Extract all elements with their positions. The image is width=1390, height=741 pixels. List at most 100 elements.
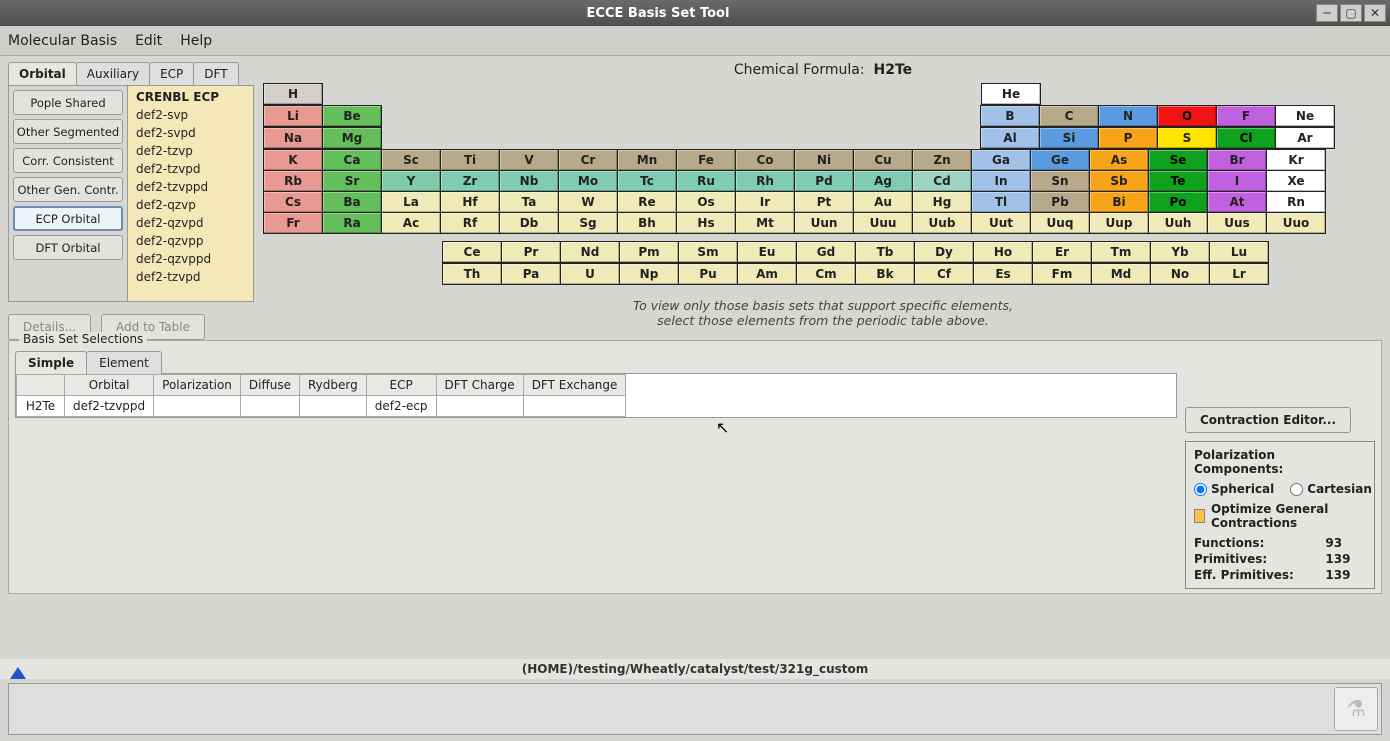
element-Sn[interactable]: Sn [1030,170,1090,192]
element-P[interactable]: P [1098,127,1158,149]
element-Te[interactable]: Te [1148,170,1208,192]
element-Cl[interactable]: Cl [1216,127,1276,149]
element-Zr[interactable]: Zr [440,170,500,192]
table-cell[interactable]: def2-ecp [366,396,436,417]
element-Mg[interactable]: Mg [322,127,382,149]
element-I[interactable]: I [1207,170,1267,192]
element-Pu[interactable]: Pu [678,263,738,285]
element-Th[interactable]: Th [442,263,502,285]
basis-set-item[interactable]: def2-tzvppd [128,178,253,196]
element-Ti[interactable]: Ti [440,149,500,171]
element-Kr[interactable]: Kr [1266,149,1326,171]
element-Xe[interactable]: Xe [1266,170,1326,192]
element-Fr[interactable]: Fr [263,212,323,234]
element-Ag[interactable]: Ag [853,170,913,192]
table-cell[interactable]: H2Te [17,396,65,417]
element-Ta[interactable]: Ta [499,191,559,213]
cat-ecp-orbital[interactable]: ECP Orbital [13,206,123,231]
element-Uut[interactable]: Uut [971,212,1031,234]
cat-other-gen-contr[interactable]: Other Gen. Contr. [13,177,123,202]
element-F[interactable]: F [1216,105,1276,127]
element-Ba[interactable]: Ba [322,191,382,213]
expand-icon[interactable] [10,667,26,679]
basis-set-item[interactable]: def2-qzvp [128,196,253,214]
basis-set-item[interactable]: def2-svpd [128,124,253,142]
element-Sb[interactable]: Sb [1089,170,1149,192]
element-Am[interactable]: Am [737,263,797,285]
element-Cd[interactable]: Cd [912,170,972,192]
table-cell[interactable] [523,396,626,417]
table-cell[interactable] [154,396,241,417]
element-Ca[interactable]: Ca [322,149,382,171]
tab-simple[interactable]: Simple [15,351,87,374]
element-Os[interactable]: Os [676,191,736,213]
element-Mo[interactable]: Mo [558,170,618,192]
element-K[interactable]: K [263,149,323,171]
element-Uuh[interactable]: Uuh [1148,212,1208,234]
element-Cu[interactable]: Cu [853,149,913,171]
element-Ce[interactable]: Ce [442,241,502,263]
maximize-button[interactable]: ▢ [1340,4,1362,22]
basis-set-item[interactable]: def2-tzvp [128,142,253,160]
element-Be[interactable]: Be [322,105,382,127]
element-Mt[interactable]: Mt [735,212,795,234]
element-Hg[interactable]: Hg [912,191,972,213]
element-Sc[interactable]: Sc [381,149,441,171]
element-Ir[interactable]: Ir [735,191,795,213]
element-Cm[interactable]: Cm [796,263,856,285]
element-U[interactable]: U [560,263,620,285]
table-cell[interactable] [436,396,523,417]
element-Er[interactable]: Er [1032,241,1092,263]
element-Ga[interactable]: Ga [971,149,1031,171]
element-Bk[interactable]: Bk [855,263,915,285]
element-Tb[interactable]: Tb [855,241,915,263]
element-Ar[interactable]: Ar [1275,127,1335,149]
basis-set-item[interactable]: CRENBL ECP [128,88,253,106]
element-At[interactable]: At [1207,191,1267,213]
element-In[interactable]: In [971,170,1031,192]
element-Uub[interactable]: Uub [912,212,972,234]
basis-set-item[interactable]: def2-svp [128,106,253,124]
element-Se[interactable]: Se [1148,149,1208,171]
menu-molecular-basis[interactable]: Molecular Basis [8,33,117,49]
element-Nb[interactable]: Nb [499,170,559,192]
menu-edit[interactable]: Edit [135,33,162,49]
element-Sr[interactable]: Sr [322,170,382,192]
contraction-editor-button[interactable]: Contraction Editor... [1185,407,1351,433]
table-cell[interactable] [300,396,367,417]
radio-cartesian[interactable]: Cartesian [1290,482,1372,496]
minimize-button[interactable]: ─ [1316,4,1338,22]
element-Br[interactable]: Br [1207,149,1267,171]
element-Rn[interactable]: Rn [1266,191,1326,213]
element-S[interactable]: S [1157,127,1217,149]
element-Eu[interactable]: Eu [737,241,797,263]
close-button[interactable]: ✕ [1364,4,1386,22]
element-Rb[interactable]: Rb [263,170,323,192]
element-Pm[interactable]: Pm [619,241,679,263]
element-Uuu[interactable]: Uuu [853,212,913,234]
basis-set-item[interactable]: def2-tzvpd [128,160,253,178]
element-Ru[interactable]: Ru [676,170,736,192]
element-Uuo[interactable]: Uuo [1266,212,1326,234]
element-Rf[interactable]: Rf [440,212,500,234]
element-W[interactable]: W [558,191,618,213]
element-Tl[interactable]: Tl [971,191,1031,213]
element-Au[interactable]: Au [853,191,913,213]
element-Bi[interactable]: Bi [1089,191,1149,213]
element-Na[interactable]: Na [263,127,323,149]
element-Re[interactable]: Re [617,191,677,213]
element-Pb[interactable]: Pb [1030,191,1090,213]
element-Cr[interactable]: Cr [558,149,618,171]
element-Ac[interactable]: Ac [381,212,441,234]
element-Rh[interactable]: Rh [735,170,795,192]
element-Fe[interactable]: Fe [676,149,736,171]
element-Ni[interactable]: Ni [794,149,854,171]
element-Ge[interactable]: Ge [1030,149,1090,171]
element-H[interactable]: H [263,83,323,105]
basis-set-item[interactable]: def2-qzvpd [128,214,253,232]
element-Uus[interactable]: Uus [1207,212,1267,234]
element-Tm[interactable]: Tm [1091,241,1151,263]
element-Ne[interactable]: Ne [1275,105,1335,127]
table-cell[interactable] [240,396,299,417]
cat-corr-consistent[interactable]: Corr. Consistent [13,148,123,173]
